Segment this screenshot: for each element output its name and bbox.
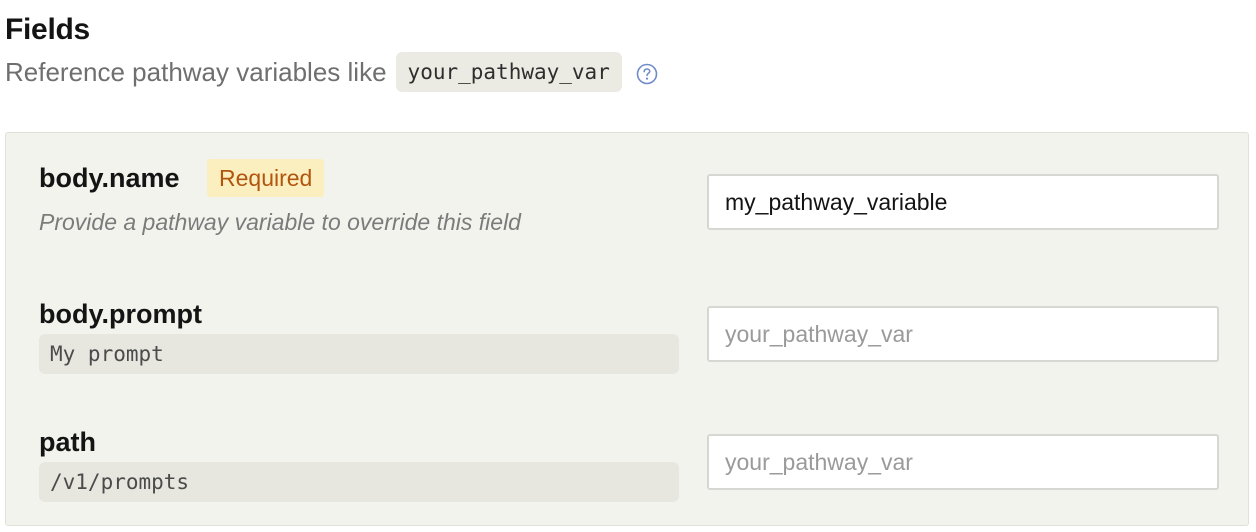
body-prompt-input[interactable] (707, 306, 1219, 362)
question-circle-icon[interactable] (636, 61, 658, 85)
default-value-path: /v1/prompts (39, 462, 679, 502)
default-value-body-prompt: My prompt (39, 334, 679, 374)
field-label-body-name: body.name (39, 163, 180, 193)
section-subtitle: Reference pathway variables like your_pa… (5, 52, 658, 92)
section-title: Fields (5, 13, 90, 46)
path-input[interactable] (707, 434, 1219, 490)
field-label-path: path (39, 427, 96, 457)
fields-panel: body.name Required Provide a pathway var… (5, 132, 1249, 526)
field-hint-body-name: Provide a pathway variable to override t… (39, 209, 521, 235)
required-badge: Required (207, 159, 325, 197)
field-label-body-prompt: body.prompt (39, 299, 202, 329)
body-name-input[interactable] (707, 174, 1219, 230)
example-variable-code: your_pathway_var (395, 52, 622, 92)
subtitle-text: Reference pathway variables like (5, 56, 387, 87)
